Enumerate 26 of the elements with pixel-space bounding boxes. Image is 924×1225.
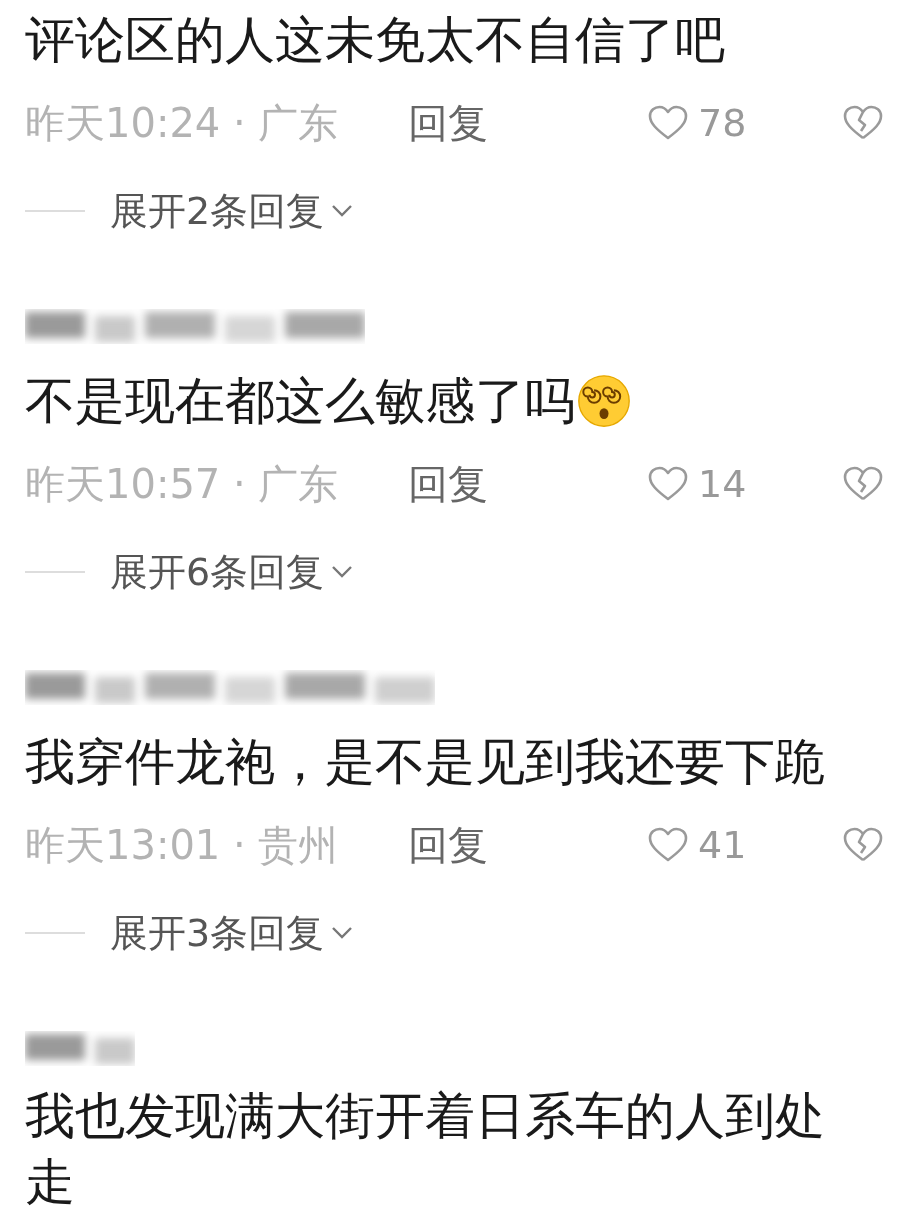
comment-time-location: 昨天10:57 · 广东 (25, 459, 340, 509)
reply-link[interactable]: 回复 (408, 817, 648, 873)
comment-text: 我也发现满大街开着日系车的人到处走 (25, 1086, 826, 1213)
expand-replies-link[interactable]: 展开3条回复 (110, 907, 355, 959)
reply-link[interactable]: 回复 (408, 456, 648, 512)
expand-replies-link[interactable]: 展开2条回复 (110, 185, 355, 237)
heart-icon[interactable] (648, 105, 688, 141)
comment-text: 我穿件龙袍，是不是见到我还要下跪 (25, 732, 825, 793)
like-count: 41 (698, 823, 747, 867)
broken-heart-icon[interactable] (843, 827, 883, 863)
broken-heart-icon[interactable] (843, 105, 883, 141)
like-count: 78 (698, 101, 747, 145)
like-count: 14 (698, 462, 747, 506)
heart-icon[interactable] (648, 466, 688, 502)
broken-heart-icon[interactable] (843, 466, 883, 502)
comment-time-location: 昨天13:01 · 贵州 (25, 820, 340, 870)
heart-icon[interactable] (648, 827, 688, 863)
dizzy-face-icon (577, 374, 631, 428)
comment-time-location: 昨天10:24 · 广东 (25, 98, 340, 148)
chevron-down-icon (330, 564, 355, 580)
reply-link[interactable]: 回复 (408, 95, 648, 151)
expand-replies-link[interactable]: 展开6条回复 (110, 546, 355, 598)
chevron-down-icon (330, 925, 355, 941)
comment-text: 不是现在都这么敏感了吗 (25, 371, 575, 432)
chevron-down-icon (330, 203, 355, 219)
comment-text: 评论区的人这未免太不自信了吧 (25, 10, 725, 71)
